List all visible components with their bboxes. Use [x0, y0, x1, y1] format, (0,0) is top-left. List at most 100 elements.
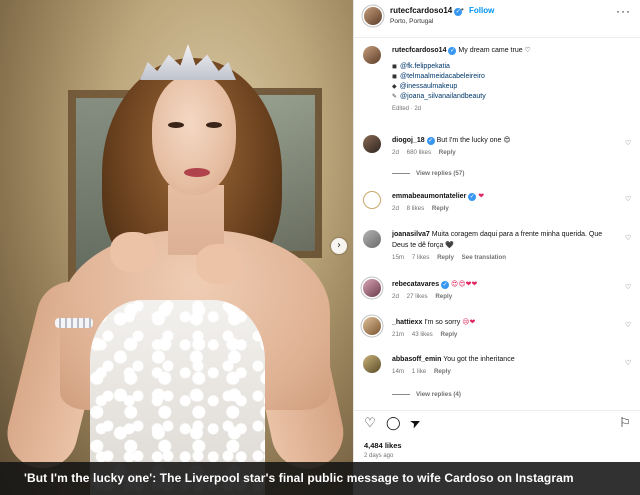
comment-text: But I'm the lucky one: [436, 137, 502, 144]
comment-likes[interactable]: 43 likes: [412, 331, 433, 338]
commenter-avatar[interactable]: [363, 230, 381, 248]
headline-banner: 'But I'm the lucky one': The Liverpool s…: [0, 462, 640, 495]
comment-likes[interactable]: 27 likes: [407, 293, 428, 300]
caption-credit[interactable]: ◼ @telmaalmeidacabeleireiro: [392, 72, 617, 82]
reply-button[interactable]: Reply: [434, 368, 451, 375]
like-icon[interactable]: ♡: [363, 417, 377, 431]
comment-meta: 2d 8 likes Reply: [392, 204, 617, 214]
comment-like-icon[interactable]: ♡: [625, 321, 633, 329]
credit-handle[interactable]: @inessaulmakeup: [400, 83, 458, 90]
commenter-username[interactable]: diogoj_18: [392, 137, 425, 144]
comment-emoji: 🖤: [445, 241, 455, 249]
bride-eye-right: [206, 122, 222, 128]
credit-handle[interactable]: @fk.felippekatia: [400, 63, 450, 70]
post-location[interactable]: Porto, Portugal: [390, 18, 433, 25]
bride-eye-left: [168, 122, 184, 128]
verified-badge-icon: ✓: [426, 137, 435, 145]
comment-like-icon[interactable]: ♡: [625, 359, 633, 367]
author-avatar[interactable]: [364, 7, 382, 25]
verified-badge-icon: ✓: [441, 281, 450, 289]
comment-meta: 2d 27 likes Reply: [392, 292, 617, 302]
reply-button[interactable]: Reply: [441, 331, 458, 338]
credit-camera-icon: ◼: [392, 63, 397, 70]
view-replies-button[interactable]: View replies (57): [392, 170, 464, 177]
comments-list[interactable]: rutecfcardoso14 ✓ My dream came true ♡ ◼ @…: [354, 38, 640, 410]
post-like-count[interactable]: 4,484 likes: [364, 441, 402, 450]
comment-icon[interactable]: ◯: [386, 417, 401, 431]
comment-time[interactable]: 15m: [392, 254, 404, 261]
caption-edited: Edited · 2d: [392, 106, 422, 112]
credit-handle[interactable]: @telmaalmeidacabeleireiro: [400, 73, 485, 80]
header-separator: •: [461, 5, 464, 14]
caption-credit[interactable]: ◼ @fk.felippekatia: [392, 62, 617, 72]
comment-time[interactable]: 2d: [392, 205, 399, 212]
reply-button[interactable]: Reply: [435, 293, 452, 300]
follow-button[interactable]: Follow: [469, 6, 494, 15]
comment-emoji: 😍: [503, 136, 511, 144]
carousel-next-icon[interactable]: ›: [331, 238, 347, 254]
comment-meta: 21m 43 likes Reply: [392, 330, 617, 340]
comment-meta: 2d 680 likes Reply: [392, 148, 617, 158]
save-icon[interactable]: ⚐: [618, 417, 632, 431]
commenter-avatar[interactable]: [363, 355, 381, 373]
post-photo[interactable]: [0, 0, 353, 495]
comment-like-icon[interactable]: ♡: [625, 195, 633, 203]
bride-face: [152, 75, 236, 195]
comment-text: I'm so sorry: [424, 319, 461, 326]
comment-likes[interactable]: 7 likes: [412, 254, 430, 261]
caption-credit[interactable]: ✎ @joana_silvanailandbeauty: [392, 92, 617, 102]
commenter-username[interactable]: emmabeaumontatelier: [392, 193, 466, 200]
headline-text: 'But I'm the lucky one': The Liverpool s…: [24, 471, 574, 485]
author-username-text[interactable]: rutecfcardoso14: [390, 6, 452, 15]
post-header: rutecfcardoso14 ✓ • Follow Porto, Portuga…: [354, 0, 640, 38]
comment-body: joanasilva7 Muita coragem daqui para a f…: [392, 230, 617, 263]
verified-badge-icon: ✓: [448, 47, 457, 55]
comment-like-icon[interactable]: ♡: [625, 234, 633, 242]
post-timestamp: 2 days ago: [364, 453, 394, 459]
comment-like-icon[interactable]: ♡: [625, 139, 633, 147]
caption-avatar[interactable]: [363, 46, 381, 64]
comment-time[interactable]: 14m: [392, 368, 404, 375]
view-replies-button[interactable]: View replies (4): [392, 391, 461, 398]
bride-hand-right: [196, 244, 242, 284]
comment-time[interactable]: 21m: [392, 331, 404, 338]
comment-emoji: 😢❤: [462, 318, 476, 326]
reply-button[interactable]: Reply: [439, 149, 456, 156]
commenter-username[interactable]: _hattiexx: [392, 319, 422, 326]
commenter-avatar[interactable]: [363, 279, 381, 297]
commenter-avatar[interactable]: [363, 191, 381, 209]
comment-body: rebecatavares ✓ 😍😍❤❤ 2d 27 likes Reply: [392, 279, 617, 302]
commenter-avatar[interactable]: [363, 135, 381, 153]
comment-likes[interactable]: 680 likes: [407, 149, 431, 156]
see-translation-button[interactable]: See translation: [462, 254, 506, 261]
comment-likes[interactable]: 1 like: [412, 368, 426, 375]
comment-meta: 15m 7 likes Reply See translation: [392, 253, 617, 263]
caption-credit[interactable]: ◆ @inessaulmakeup: [392, 82, 617, 92]
comment-likes[interactable]: 8 likes: [407, 205, 425, 212]
caption-username[interactable]: rutecfcardoso14: [392, 47, 446, 54]
commenter-username[interactable]: rebecatavares: [392, 281, 439, 288]
author-username[interactable]: rutecfcardoso14 ✓: [390, 6, 463, 16]
comment-time[interactable]: 2d: [392, 293, 399, 300]
tiara: [140, 44, 236, 80]
commenter-username[interactable]: abbasoff_emin: [392, 356, 441, 363]
more-options-icon[interactable]: ···: [616, 4, 631, 18]
comment-emoji: ❤: [478, 192, 485, 200]
commenter-avatar[interactable]: [363, 317, 381, 335]
reply-button[interactable]: Reply: [437, 254, 454, 261]
commenter-username[interactable]: joanasilva7: [392, 231, 430, 238]
credit-handle[interactable]: @joana_silvanailandbeauty: [400, 93, 486, 100]
comment-body: diogoj_18 ✓ But I'm the lucky one 😍 2d 68…: [392, 135, 617, 158]
credit-nail-polish-icon: ✎: [392, 93, 398, 100]
caption-body: rutecfcardoso14 ✓ My dream came true ♡ ◼ @…: [392, 46, 617, 114]
comment-body: abbasoff_emin You got the inheritance 14…: [392, 355, 617, 377]
bride-lips: [184, 168, 210, 177]
comment-time[interactable]: 2d: [392, 149, 399, 156]
credit-scissors-icon: ◼: [392, 73, 397, 80]
reply-button[interactable]: Reply: [432, 205, 449, 212]
post-sidebar: rutecfcardoso14 ✓ • Follow Porto, Portuga…: [353, 0, 640, 495]
caption-text: My dream came true ♡: [458, 47, 531, 54]
share-icon[interactable]: ➤: [407, 414, 426, 434]
comment-like-icon[interactable]: ♡: [625, 283, 633, 291]
bracelet: [55, 318, 93, 328]
